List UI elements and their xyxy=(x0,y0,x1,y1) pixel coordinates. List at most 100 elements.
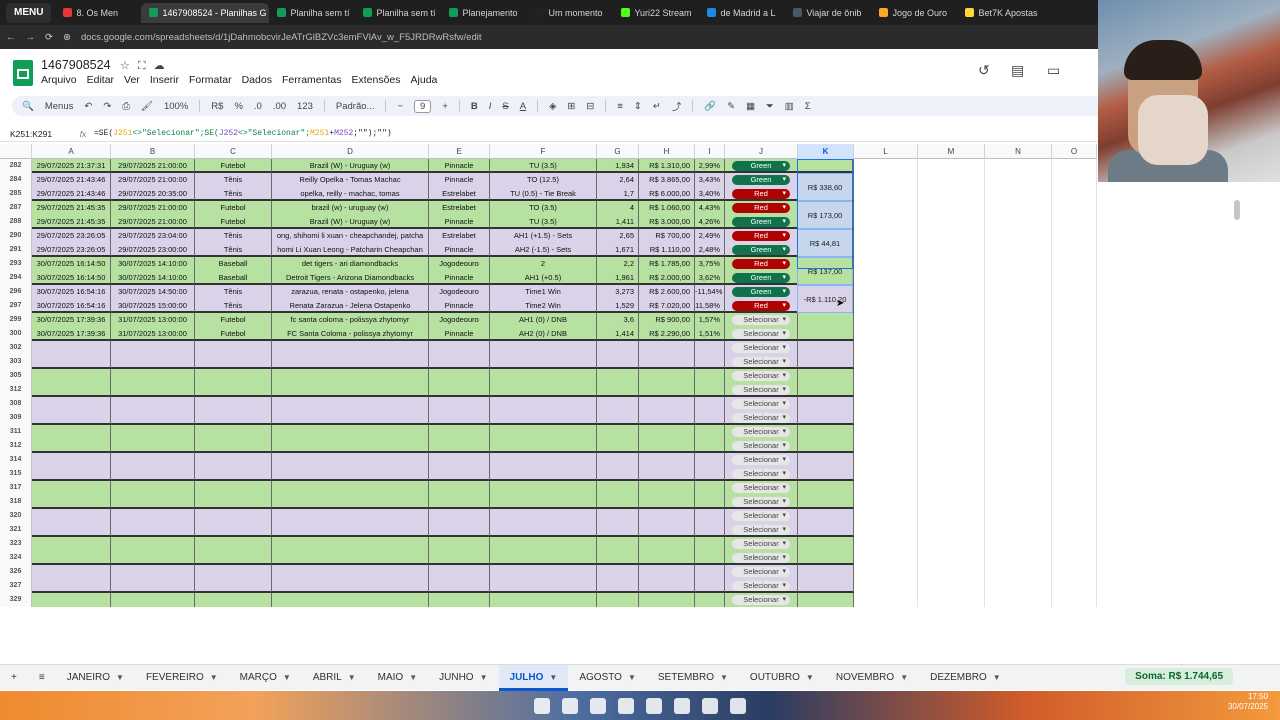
history-icon[interactable]: ↺ xyxy=(978,62,990,79)
cell-g[interactable]: 2,2 xyxy=(597,257,639,271)
cell-a[interactable]: 30/07/2025 16:54:16 xyxy=(32,299,111,313)
row-number[interactable]: 318 xyxy=(0,495,32,509)
cell-k[interactable] xyxy=(798,439,854,453)
cell-d[interactable] xyxy=(272,481,429,495)
empty-cell[interactable] xyxy=(1052,285,1097,299)
cell-d[interactable] xyxy=(272,509,429,523)
cell-j[interactable]: Selecionar xyxy=(725,565,798,579)
chevron-down-icon[interactable]: ▼ xyxy=(806,673,814,682)
cell-g[interactable]: 3,6 xyxy=(597,313,639,327)
back-icon[interactable]: ← xyxy=(6,32,16,43)
cell-j[interactable]: Selecionar xyxy=(725,523,798,537)
empty-cell[interactable] xyxy=(854,243,918,257)
cell-h[interactable] xyxy=(639,551,695,565)
move-icon[interactable]: ⛶ xyxy=(138,60,154,72)
cell-c[interactable]: Baseball xyxy=(195,271,272,285)
status-dropdown[interactable]: Red xyxy=(732,189,790,199)
empty-cell[interactable] xyxy=(854,453,918,467)
k-total-cell[interactable]: R$ 44,81 xyxy=(797,229,853,257)
column-header[interactable]: F xyxy=(490,144,597,159)
cell-f[interactable] xyxy=(490,481,597,495)
empty-cell[interactable] xyxy=(918,593,985,607)
row-number[interactable]: 320 xyxy=(0,509,32,523)
cell-h[interactable] xyxy=(639,579,695,593)
cell-k[interactable] xyxy=(798,579,854,593)
status-dropdown[interactable]: Selecionar xyxy=(732,469,790,479)
cell-j[interactable]: Selecionar xyxy=(725,537,798,551)
cell-f[interactable] xyxy=(490,355,597,369)
empty-cell[interactable] xyxy=(854,313,918,327)
column-header[interactable]: L xyxy=(854,144,918,159)
empty-cell[interactable] xyxy=(985,243,1052,257)
row-number[interactable]: 312 xyxy=(0,383,32,397)
strikethrough-icon[interactable]: S xyxy=(502,101,508,112)
cell-i[interactable]: 3,75% xyxy=(695,257,725,271)
empty-cell[interactable] xyxy=(985,593,1052,607)
sheet-tab[interactable]: JANEIRO ▼ xyxy=(56,665,135,691)
cell-f[interactable]: TU (3.5) xyxy=(490,159,597,173)
row-number[interactable]: 296 xyxy=(0,285,32,299)
status-dropdown[interactable]: Selecionar xyxy=(732,595,790,605)
empty-cell[interactable] xyxy=(1052,537,1097,551)
browser-tab[interactable]: Planejamento xyxy=(441,3,527,23)
discord-icon[interactable] xyxy=(618,697,634,714)
cell-g[interactable] xyxy=(597,467,639,481)
cell-a[interactable] xyxy=(32,579,111,593)
cell-d[interactable]: det tigers - ari diamondbacks xyxy=(272,257,429,271)
cell-g[interactable]: 1,414 xyxy=(597,327,639,341)
cell-h[interactable] xyxy=(639,355,695,369)
empty-cell[interactable] xyxy=(854,201,918,215)
empty-cell[interactable] xyxy=(985,439,1052,453)
cell-a[interactable]: 29/07/2025 21:45:35 xyxy=(32,215,111,229)
browser-menu-button[interactable]: MENU xyxy=(6,2,52,23)
empty-cell[interactable] xyxy=(1052,187,1097,201)
status-dropdown[interactable]: Green xyxy=(732,245,790,255)
cell-f[interactable] xyxy=(490,509,597,523)
status-dropdown[interactable]: Selecionar xyxy=(732,343,790,353)
browser-tab[interactable]: Um momento xyxy=(527,3,613,23)
sheet-tab[interactable]: NOVEMBRO ▼ xyxy=(825,665,919,691)
cell-k[interactable] xyxy=(798,383,854,397)
row-number[interactable]: 312 xyxy=(0,439,32,453)
empty-cell[interactable] xyxy=(985,187,1052,201)
cell-e[interactable]: Estrelabet xyxy=(429,229,490,243)
merge-cells-icon[interactable]: ⊟ xyxy=(586,101,594,112)
text-color-icon[interactable]: A xyxy=(520,101,526,112)
cell-a[interactable] xyxy=(32,397,111,411)
sheet-tab[interactable]: JUNHO ▼ xyxy=(428,665,498,691)
cell-e[interactable]: Jogodeouro xyxy=(429,313,490,327)
cell-a[interactable] xyxy=(32,495,111,509)
cell-c[interactable] xyxy=(195,495,272,509)
comments-icon[interactable]: ▤ xyxy=(1011,62,1024,79)
menu-item[interactable]: Ver xyxy=(124,74,140,86)
cell-k[interactable] xyxy=(798,159,854,173)
cell-f[interactable]: AH2 (-1.5) - Sets xyxy=(490,243,597,257)
column-header[interactable]: H xyxy=(639,144,695,159)
cell-e[interactable] xyxy=(429,467,490,481)
forward-icon[interactable]: → xyxy=(26,32,36,43)
redo-icon[interactable]: ↷ xyxy=(103,101,111,112)
empty-cell[interactable] xyxy=(985,229,1052,243)
status-dropdown[interactable]: Selecionar xyxy=(732,497,790,507)
cell-b[interactable] xyxy=(111,565,195,579)
cell-i[interactable] xyxy=(695,537,725,551)
cell-e[interactable] xyxy=(429,593,490,607)
cell-k[interactable] xyxy=(798,397,854,411)
cell-g[interactable] xyxy=(597,439,639,453)
cell-c[interactable]: Futebol xyxy=(195,201,272,215)
cell-k[interactable] xyxy=(798,453,854,467)
cell-j[interactable]: Selecionar xyxy=(725,481,798,495)
row-number[interactable]: 287 xyxy=(0,201,32,215)
cell-b[interactable] xyxy=(111,397,195,411)
cell-i[interactable] xyxy=(695,593,725,607)
cell-e[interactable]: Pinnacle xyxy=(429,173,490,187)
cell-i[interactable] xyxy=(695,397,725,411)
browser-tab[interactable]: Planilha sem tí xyxy=(355,3,441,23)
empty-cell[interactable] xyxy=(1052,593,1097,607)
row-number[interactable]: 290 xyxy=(0,229,32,243)
cell-g[interactable] xyxy=(597,369,639,383)
cell-f[interactable] xyxy=(490,453,597,467)
column-header[interactable]: E xyxy=(429,144,490,159)
empty-cell[interactable] xyxy=(1052,481,1097,495)
status-dropdown[interactable]: Selecionar xyxy=(732,511,790,521)
